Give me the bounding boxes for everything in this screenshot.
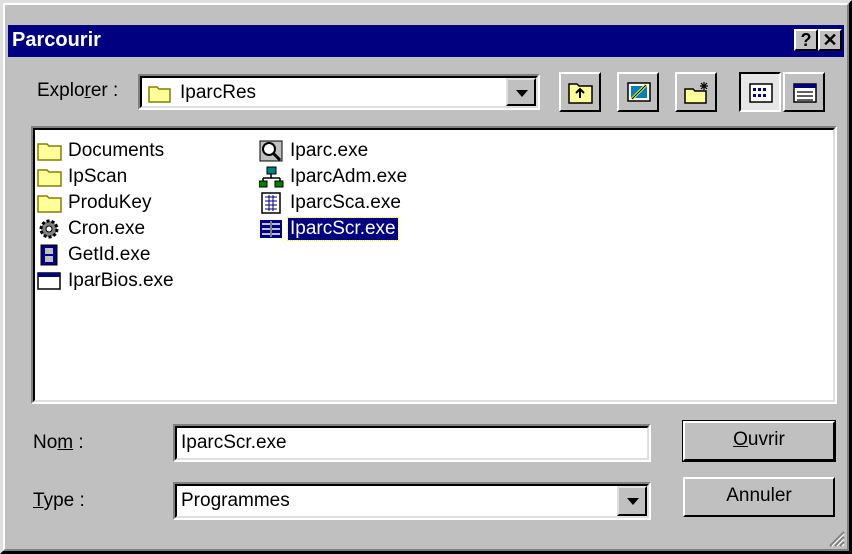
chevron-down-icon: [627, 498, 639, 505]
scroll-icon: [260, 220, 282, 238]
filename-value: IparcScr.exe: [181, 432, 287, 453]
resize-grip-icon[interactable]: [827, 529, 845, 547]
type-label: Type :: [33, 490, 85, 511]
cancel-button[interactable]: Annuler: [683, 477, 835, 517]
lookin-dropdown-button[interactable]: [506, 78, 536, 106]
list-item[interactable]: GetId.exe: [37, 242, 152, 268]
list-item[interactable]: IpScan: [37, 164, 129, 190]
details-view-icon: [793, 83, 817, 103]
filetype-dropdown-button[interactable]: [617, 486, 647, 516]
document-grid-icon: [261, 192, 281, 214]
lookin-combo[interactable]: IparcRes: [138, 74, 540, 110]
gear-icon: [39, 219, 59, 239]
desktop-button[interactable]: [617, 72, 659, 112]
list-item[interactable]: Cron.exe: [37, 216, 147, 242]
filetype-select[interactable]: Programmes: [173, 482, 651, 520]
list-view-button[interactable]: [739, 72, 781, 112]
folder-icon: [148, 86, 171, 103]
list-item[interactable]: Documents: [37, 138, 166, 164]
name-label: Nom :: [33, 432, 84, 453]
list-item[interactable]: IparcScr.exe: [259, 216, 399, 242]
list-item[interactable]: ProduKey: [37, 190, 153, 216]
up-folder-icon: [568, 83, 593, 104]
folder-icon: [37, 195, 62, 213]
lookin-value: IparcRes: [180, 82, 257, 103]
open-button[interactable]: Ouvrir: [682, 420, 836, 462]
window-icon: [37, 272, 61, 290]
help-icon: ?: [800, 30, 812, 50]
list-view-icon: [749, 83, 773, 103]
new-folder-button[interactable]: [675, 72, 717, 112]
folder-icon: [37, 143, 62, 161]
dialog-window: Parcourir ? ✕ Explorer : IparcRes Docume…: [0, 0, 852, 554]
filename-input[interactable]: IparcScr.exe: [173, 424, 651, 462]
new-folder-icon: [684, 82, 708, 104]
film-icon: [40, 244, 58, 266]
chevron-down-icon: [516, 90, 528, 97]
list-item[interactable]: Iparc.exe: [259, 138, 370, 164]
dialog-title: Parcourir: [12, 29, 101, 51]
network-icon: [259, 166, 284, 188]
close-icon: ✕: [822, 30, 838, 50]
filetype-value: Programmes: [181, 490, 290, 511]
list-item[interactable]: IparcSca.exe: [259, 190, 403, 216]
details-view-button[interactable]: [783, 72, 825, 112]
help-button[interactable]: ?: [794, 29, 818, 51]
magnifier-icon: [259, 140, 283, 162]
list-item[interactable]: IparBios.exe: [37, 268, 176, 294]
list-item[interactable]: IparcAdm.exe: [259, 164, 409, 190]
lookin-label: Explorer :: [37, 80, 119, 101]
close-button[interactable]: ✕: [818, 29, 842, 51]
desktop-icon: [627, 82, 651, 102]
title-bar[interactable]: Parcourir ? ✕: [8, 25, 844, 57]
file-list[interactable]: Documents IpScan ProduKey Cron.exe GetId…: [31, 126, 837, 404]
up-folder-button[interactable]: [559, 72, 601, 112]
folder-icon: [37, 169, 62, 187]
